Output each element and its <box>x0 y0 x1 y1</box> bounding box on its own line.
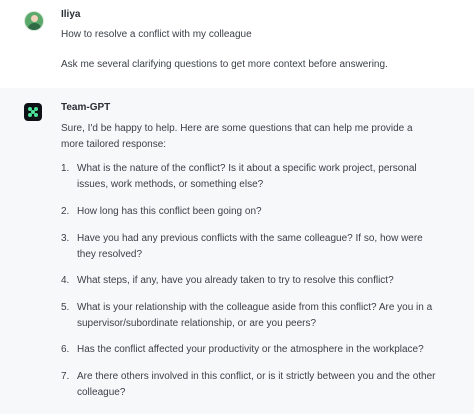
question-text: What is the nature of the conflict? Is i… <box>77 163 417 190</box>
assistant-name: Team-GPT <box>61 102 111 113</box>
question-item: 3. Have you had any previous conflicts w… <box>61 231 441 263</box>
question-text: Have you had any previous conflicts with… <box>77 233 423 260</box>
user-prompt-line1: How to resolve a conflict with my collea… <box>61 29 252 40</box>
user-name: Iliya <box>61 9 81 20</box>
question-number: 5. <box>61 302 70 313</box>
question-item: 5. What is your relationship with the co… <box>61 300 441 332</box>
user-message: Iliya How to resolve a conflict with my … <box>0 0 474 88</box>
question-number: 3. <box>61 233 70 244</box>
assistant-intro: Sure, I'd be happy to help. Here are som… <box>61 123 413 150</box>
question-text: What is your relationship with the colle… <box>77 302 433 329</box>
question-item: 6. Has the conflict affected your produc… <box>61 342 441 358</box>
question-item: 1. What is the nature of the conflict? I… <box>61 161 441 193</box>
question-number: 6. <box>61 344 70 355</box>
question-item: 4. What steps, if any, have you already … <box>61 273 441 289</box>
user-prompt-line2: Ask me several clarifying questions to g… <box>61 59 388 70</box>
question-text: Are there others involved in this confli… <box>77 371 436 398</box>
question-number: 7. <box>61 371 70 382</box>
question-item: 2. How long has this conflict been going… <box>61 204 441 220</box>
question-text: What steps, if any, have you already tak… <box>77 275 394 286</box>
question-text: How long has this conflict been going on… <box>77 206 262 217</box>
question-number: 4. <box>61 275 70 286</box>
assistant-message: Team-GPT Sure, I'd be happy to help. Her… <box>0 88 474 414</box>
question-item: 7. Are there others involved in this con… <box>61 369 441 401</box>
user-avatar <box>24 11 44 31</box>
question-number: 1. <box>61 163 70 174</box>
team-gpt-logo-icon <box>24 103 42 121</box>
question-text: Has the conflict affected your productiv… <box>77 344 424 355</box>
question-number: 2. <box>61 206 70 217</box>
